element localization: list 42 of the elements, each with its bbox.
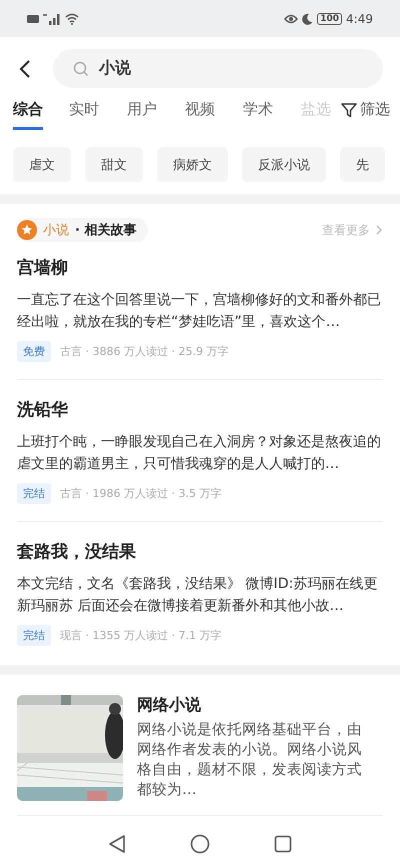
story-title[interactable]: 洗铅华 [17, 398, 383, 421]
tag-chip[interactable]: 反派小说 [242, 147, 326, 182]
status-badge: 完结 [17, 625, 51, 646]
status-badge: 完结 [17, 483, 51, 504]
chevron-left-icon [19, 58, 31, 78]
search-icon [73, 60, 89, 76]
back-nav-button[interactable] [108, 834, 126, 854]
story-meta: 古言 · 1986 万人读过 · 3.5 万字 [60, 486, 222, 501]
story-excerpt: 本文完结，文名《套路我，没结果》 微博ID:苏玛丽在线更新玛丽苏 后面还会在微博接着更新番外和其他小故… [17, 575, 378, 616]
story-meta: 现言 · 1355 万人读过 · 7.1 万字 [60, 628, 222, 643]
tag-chip[interactable]: 先 [340, 147, 385, 182]
moon-icon [302, 12, 314, 24]
tag-chip[interactable]: 甜文 [85, 147, 143, 182]
tab[interactable]: 学术 [243, 100, 301, 131]
signal-icon [43, 12, 61, 24]
status-badge: 免费 [17, 341, 51, 362]
home-nav-button[interactable] [190, 834, 210, 854]
search-field[interactable]: 小说 [53, 49, 383, 88]
entry-summary: 网络小说是依托网络基础平台，由网络作者发表的小说。网络小说风格自由，题材不限，发表阅读方式都较为… [137, 720, 363, 800]
wifi-icon [65, 12, 79, 24]
sim-icon [27, 14, 39, 24]
eye-icon [284, 14, 298, 24]
clock: 4:49 [346, 12, 373, 26]
chevron-right-icon [375, 224, 383, 236]
filter-button[interactable]: 筛选 [341, 100, 390, 119]
tab[interactable]: 综合 [13, 100, 43, 130]
story-excerpt: 上班打个盹，一睁眼发现自己在入洞房？对象还是熬夜追的虐文里的霸道男主，只可惜我魂穿的是人人喊打的… [17, 433, 382, 474]
section-title: · 相关故事 [75, 222, 136, 239]
entry-title[interactable]: 网络小说 [137, 695, 370, 716]
battery-indicator: 100 [317, 12, 342, 24]
tab[interactable]: 实时 [69, 100, 127, 131]
story-excerpt: 一直忘了在这个回答里说一下，宫墙柳修好的文和番外都已经出啦，就放在我的专栏“梦娃吃语”里，喜欢这个… [17, 291, 382, 332]
tab[interactable]: 视频 [185, 100, 243, 131]
topic-name: 小说 [43, 222, 69, 239]
tag-chip[interactable]: 虐文 [13, 147, 71, 182]
tag-chip[interactable]: 病娇文 [157, 147, 228, 182]
story-meta: 古言 · 3886 万人读过 · 25.9 万字 [60, 344, 228, 359]
tab[interactable]: 用户 [127, 100, 185, 131]
story-title[interactable]: 套路我，没结果 [17, 540, 383, 563]
funnel-icon [341, 102, 357, 118]
recents-nav-button[interactable] [274, 834, 292, 854]
story-title[interactable]: 宫墙柳 [17, 256, 383, 279]
